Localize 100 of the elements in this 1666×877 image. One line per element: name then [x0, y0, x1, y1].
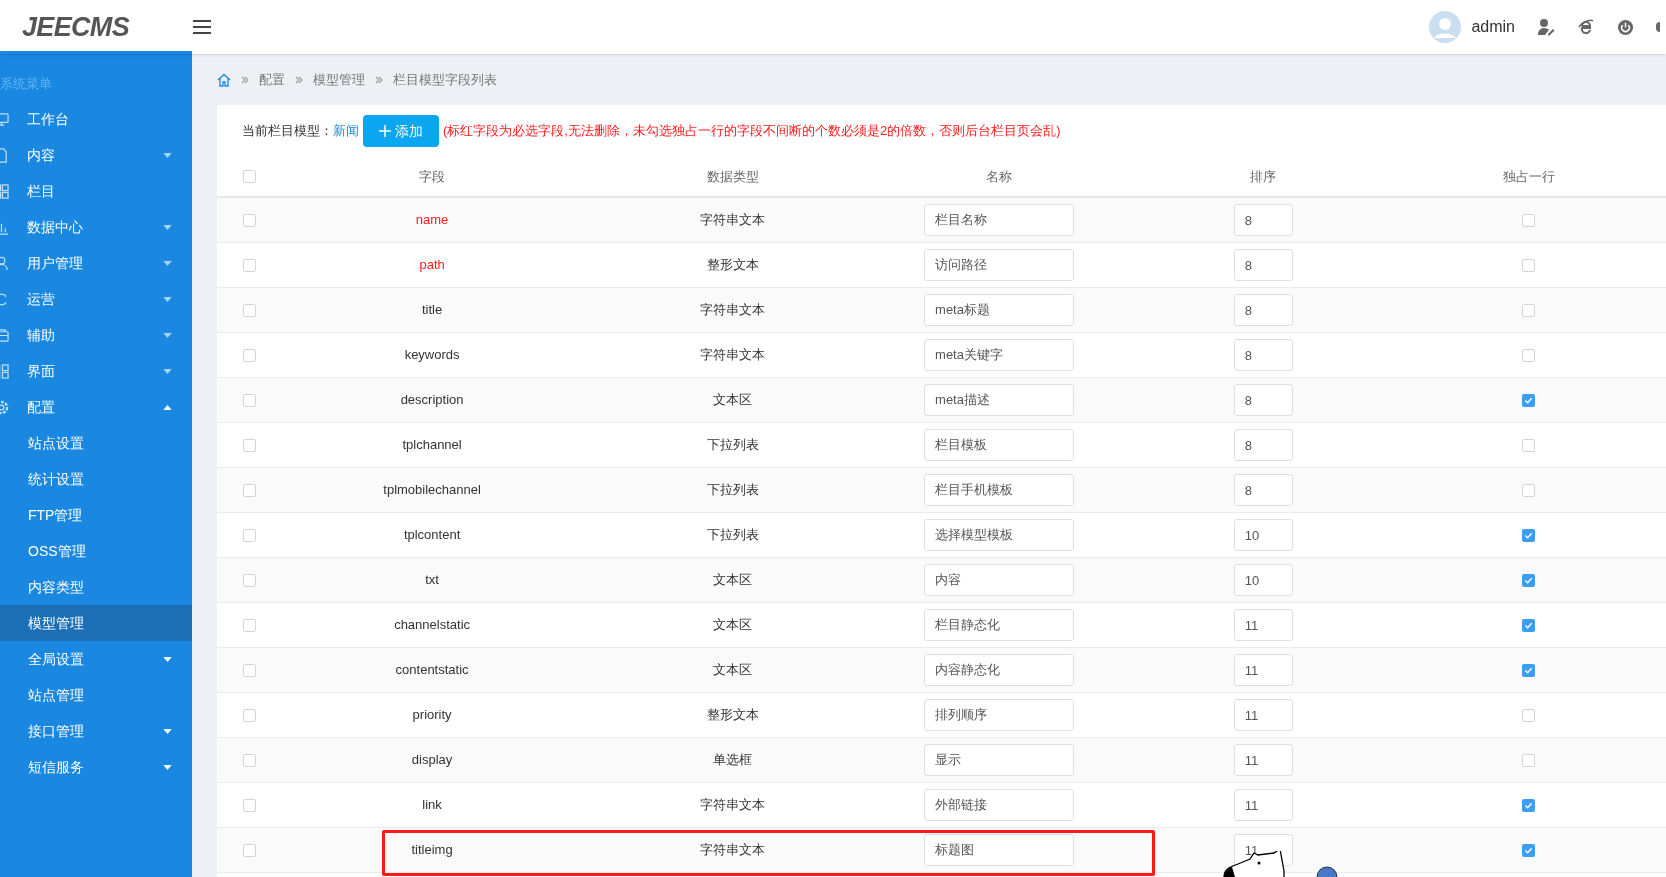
table-cell-text: 字符串文本 — [700, 796, 766, 815]
checkbox[interactable] — [1522, 348, 1536, 362]
input-field[interactable]: 内容静态化 — [924, 654, 1075, 686]
input-field[interactable]: 10 — [1233, 564, 1293, 596]
checkbox[interactable] — [1522, 528, 1536, 542]
input-field[interactable]: 8 — [1233, 249, 1293, 281]
browser-icon[interactable] — [1577, 18, 1595, 36]
input-field[interactable]: 8 — [1233, 204, 1293, 236]
checkbox[interactable] — [1522, 618, 1536, 632]
checkbox[interactable] — [1522, 393, 1536, 407]
check-icon — [1524, 395, 1534, 405]
checkbox[interactable] — [1522, 843, 1536, 857]
checkbox[interactable] — [1522, 303, 1536, 317]
input-field[interactable]: 11 — [1233, 699, 1293, 731]
checkbox[interactable] — [242, 663, 256, 677]
table-cell-text: 字符串文本 — [700, 346, 766, 365]
input-field[interactable]: 11 — [1233, 654, 1293, 686]
checkbox[interactable] — [242, 303, 256, 317]
table-cell-text: name — [415, 211, 449, 230]
sidebar-item[interactable]: 数据中心 — [0, 209, 192, 245]
table-cell-text: display — [411, 751, 453, 770]
input-field[interactable]: 栏目名称 — [924, 204, 1075, 236]
sidebar-item[interactable]: 统计设置 — [0, 461, 192, 497]
checkbox[interactable] — [242, 348, 256, 362]
input-field[interactable]: 11 — [1233, 744, 1293, 776]
sidebar-item[interactable]: 运营 — [0, 281, 192, 317]
sidebar-item[interactable]: 短信服务 — [0, 749, 192, 785]
input-field[interactable]: 8 — [1233, 429, 1293, 461]
user-edit-icon[interactable] — [1537, 18, 1555, 36]
checkbox[interactable] — [1522, 753, 1536, 767]
input-field[interactable]: 8 — [1233, 294, 1293, 326]
input-field[interactable]: 显示 — [924, 744, 1075, 776]
sidebar-item[interactable]: FTP管理 — [0, 497, 192, 533]
sidebar-item[interactable]: 工作台 — [0, 101, 192, 137]
avatar-icon[interactable] — [1429, 11, 1462, 43]
checkbox[interactable] — [242, 753, 256, 767]
sidebar-item[interactable]: 站点管理 — [0, 677, 192, 713]
input-field[interactable]: 内容 — [924, 564, 1075, 596]
checkbox[interactable] — [1522, 708, 1536, 722]
checkbox[interactable] — [242, 708, 256, 722]
checkbox[interactable] — [1522, 258, 1536, 272]
checkbox[interactable] — [242, 258, 256, 272]
input-field[interactable]: meta描述 — [924, 384, 1075, 416]
checkbox[interactable] — [1522, 573, 1536, 587]
sidebar-item[interactable]: OSS管理 — [0, 533, 192, 569]
input-field[interactable]: 栏目手机模板 — [924, 474, 1075, 506]
sidebar-item[interactable]: 界面 — [0, 353, 192, 389]
checkbox[interactable] — [242, 438, 256, 452]
checkbox[interactable] — [242, 528, 256, 542]
sidebar-item[interactable]: 模型管理 — [0, 605, 192, 641]
checkbox[interactable] — [242, 573, 256, 587]
checkbox[interactable] — [1522, 213, 1536, 227]
sidebar-item[interactable]: 全局设置 — [0, 641, 192, 677]
input-field[interactable]: 外部链接 — [924, 789, 1075, 821]
breadcrumb-item[interactable]: 模型管理 — [313, 69, 365, 90]
sidebar-item[interactable]: 站点设置 — [0, 425, 192, 461]
input-field[interactable]: meta关键字 — [924, 339, 1075, 371]
input-field[interactable]: 8 — [1233, 339, 1293, 371]
checkbox[interactable] — [242, 798, 256, 812]
sidebar-item[interactable]: 栏目 — [0, 173, 192, 209]
model-link[interactable]: 新闻 — [333, 121, 359, 141]
input-field[interactable]: 11 — [1233, 789, 1293, 821]
checkbox[interactable] — [242, 213, 256, 227]
table-cell-text: 字符串文本 — [700, 301, 766, 320]
input-field[interactable]: 栏目模板 — [924, 429, 1075, 461]
input-field[interactable]: 栏目静态化 — [924, 609, 1075, 641]
checkbox[interactable] — [242, 843, 256, 857]
input-field[interactable]: 选择模型模板 — [924, 519, 1075, 551]
breadcrumb-item[interactable]: 栏目模型字段列表 — [393, 69, 497, 90]
sidebar-item[interactable]: 接口管理 — [0, 713, 192, 749]
input-field[interactable]: 标题图 — [924, 834, 1075, 866]
toolbar-icon[interactable] — [1656, 22, 1660, 32]
checkbox[interactable] — [1522, 438, 1536, 452]
checkbox[interactable] — [1522, 798, 1536, 812]
menu-icon[interactable] — [192, 19, 212, 35]
checkbox[interactable] — [242, 618, 256, 632]
input-field[interactable]: 8 — [1233, 474, 1293, 506]
input-field[interactable]: 访问路径 — [924, 249, 1075, 281]
sidebar-item[interactable]: 辅助 — [0, 317, 192, 353]
input-field[interactable]: meta标题 — [924, 294, 1075, 326]
breadcrumb-item[interactable]: 配置 — [259, 69, 285, 90]
table-cell-text: tplchannel — [402, 436, 462, 455]
plus-icon — [379, 125, 391, 137]
checkbox[interactable] — [242, 483, 256, 497]
checkbox[interactable] — [1522, 663, 1536, 677]
username[interactable]: admin — [1471, 15, 1515, 39]
sidebar-heading: 系统菜单 — [0, 75, 53, 93]
checkbox[interactable] — [242, 170, 256, 183]
input-field[interactable]: 10 — [1233, 519, 1293, 551]
sidebar-item[interactable]: 内容 — [0, 137, 192, 173]
power-icon[interactable] — [1617, 18, 1634, 36]
home-icon[interactable] — [217, 72, 231, 87]
sidebar-item[interactable]: 配置 — [0, 389, 192, 425]
input-field[interactable]: 11 — [1233, 609, 1293, 641]
input-field[interactable]: 排列顺序 — [924, 699, 1075, 731]
sidebar-item[interactable]: 用户管理 — [0, 245, 192, 281]
sidebar-item[interactable]: 内容类型 — [0, 569, 192, 605]
checkbox[interactable] — [1522, 483, 1536, 497]
checkbox[interactable] — [242, 393, 256, 407]
input-field[interactable]: 8 — [1233, 384, 1293, 416]
